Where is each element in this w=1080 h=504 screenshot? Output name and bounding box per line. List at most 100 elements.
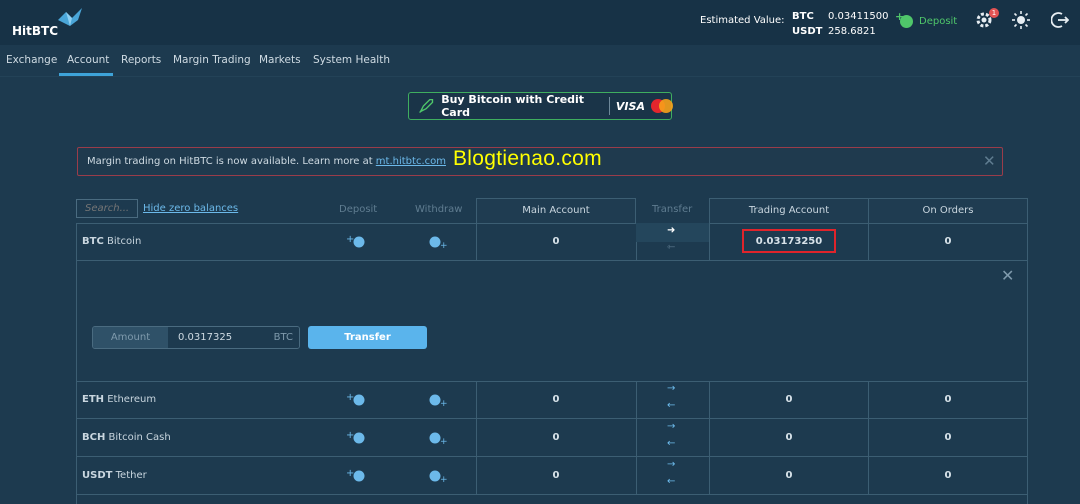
theme-sun-icon[interactable] [1012, 11, 1034, 33]
arrow-left-icon[interactable]: ← [667, 400, 675, 411]
settings-gear-icon[interactable]: 1 [975, 8, 999, 33]
coin-name: Ethereum [107, 394, 157, 405]
orders-balance: 0 [944, 432, 952, 443]
col-withdraw: Withdraw [415, 204, 463, 215]
main-nav: Exchange Account Reports Margin Trading … [0, 45, 1080, 77]
col-main-account: Main Account [476, 198, 636, 223]
nav-markets[interactable]: Markets [259, 54, 301, 66]
trading-balance: 0 [785, 470, 793, 481]
logout-icon[interactable] [1050, 11, 1073, 33]
svg-text:+: + [440, 475, 448, 484]
coin-label: USDT Tether [82, 470, 147, 481]
amount-input[interactable] [168, 327, 268, 348]
hitbtc-logo[interactable]: HitBTC [12, 6, 87, 40]
deposit-plus-icon[interactable]: + [346, 234, 368, 250]
deposit-label: Deposit [919, 15, 958, 27]
balance-currency: USDT [792, 26, 823, 37]
orders-balance: 0 [944, 470, 952, 481]
table-row: USDT Tether + + 0 → ← 0 0 [76, 457, 1028, 495]
arrow-left-icon[interactable]: ⇽ [667, 242, 675, 253]
visa-logo: VISA [615, 99, 645, 113]
table-row: BCH Bitcoin Cash + + 0 → ← 0 0 [76, 419, 1028, 457]
btc-balance: BTC 0.03411500 [792, 9, 888, 24]
notice-text: Margin trading on HitBTC is now availabl… [87, 156, 376, 167]
rocket-icon [419, 98, 434, 113]
deposit-plus-icon[interactable]: + [346, 392, 368, 408]
coin-symbol: BCH [82, 432, 106, 443]
coin-label: ETH Ethereum [82, 394, 156, 405]
svg-text:+: + [440, 399, 448, 408]
table-row: BTC Bitcoin + + 0 ➜ ⇽ 0.03173250 0 [76, 223, 1028, 261]
amount-field-group: Amount BTC [92, 326, 300, 349]
logo-text: HitBTC [12, 24, 59, 38]
coin-label: BCH Bitcoin Cash [82, 432, 171, 443]
col-on-orders: On Orders [868, 198, 1028, 223]
hide-zero-balances-link[interactable]: Hide zero balances [143, 203, 238, 214]
coin-name: Tether [115, 470, 147, 481]
coin-symbol: BTC [82, 236, 104, 247]
top-bar: HitBTC Estimated Value: BTC 0.03411500 US… [0, 0, 1080, 45]
nav-system-health[interactable]: System Health [313, 54, 390, 66]
mastercard-icon [650, 99, 673, 113]
trading-balance: 0 [785, 394, 793, 405]
amount-label: Amount [93, 327, 168, 348]
buy-bitcoin-button[interactable]: Buy Bitcoin with Credit Card VISA [408, 92, 673, 120]
orders-balance: 0 [944, 394, 952, 405]
trading-balance: 0 [785, 432, 793, 443]
transfer-panel: ✕ Amount BTC Transfer [76, 262, 1028, 382]
deposit-plus-icon[interactable]: + [346, 468, 368, 484]
nav-reports[interactable]: Reports [121, 54, 161, 66]
svg-text:+: + [440, 437, 448, 446]
svg-text:+: + [440, 241, 448, 250]
withdraw-icon[interactable]: + [428, 468, 450, 485]
balance-value: 0.03411500 [828, 11, 889, 22]
arrow-right-icon[interactable]: → [667, 421, 675, 432]
svg-text:+: + [346, 234, 354, 245]
watermark: Blogtienao.com [453, 147, 602, 170]
withdraw-icon[interactable]: + [428, 392, 450, 409]
transfer-arrows: ➜ ⇽ [636, 223, 709, 260]
main-balance: 0 [552, 394, 560, 405]
search-input[interactable] [76, 199, 138, 218]
coin-symbol: USDT [82, 470, 113, 481]
notice-message: Margin trading on HitBTC is now availabl… [87, 156, 446, 167]
arrow-left-icon[interactable]: ← [667, 438, 675, 449]
col-transfer: Transfer [652, 204, 693, 215]
transfer-arrows: → ← [636, 381, 709, 418]
table-row: ETH Ethereum + + 0 → ← 0 0 [76, 381, 1028, 419]
active-tab-indicator [59, 73, 113, 76]
orders-balance: 0 [944, 236, 952, 247]
usdt-balance: USDT 258.6821 [792, 24, 888, 39]
svg-text:+: + [346, 430, 354, 441]
balance-value: 258.6821 [828, 26, 876, 37]
close-icon[interactable]: ✕ [983, 152, 996, 170]
header-deposit-button[interactable]: Deposit [895, 10, 958, 30]
withdraw-icon[interactable]: + [428, 234, 450, 251]
estimated-value-label: Estimated Value: [700, 15, 785, 26]
bird-logo-icon [58, 8, 82, 26]
amount-currency: BTC [268, 327, 299, 348]
transfer-arrows: → ← [636, 419, 709, 456]
coin-name: Bitcoin Cash [108, 432, 171, 443]
transfer-arrows: → ← [636, 457, 709, 494]
col-deposit: Deposit [339, 204, 378, 215]
buy-bitcoin-label: Buy Bitcoin with Credit Card [441, 93, 585, 119]
arrow-right-icon[interactable]: → [667, 383, 675, 394]
arrow-left-icon[interactable]: ← [667, 476, 675, 487]
transfer-button[interactable]: Transfer [308, 326, 427, 349]
nav-account[interactable]: Account [67, 54, 109, 66]
balance-currency: BTC [792, 11, 814, 22]
panel-close-icon[interactable]: ✕ [1001, 266, 1014, 285]
nav-exchange[interactable]: Exchange [6, 54, 57, 66]
nav-margin-trading[interactable]: Margin Trading [173, 54, 251, 66]
notice-link[interactable]: mt.hitbtc.com [376, 156, 446, 167]
arrow-right-icon[interactable]: → [667, 459, 675, 470]
withdraw-icon[interactable]: + [428, 430, 450, 447]
deposit-plus-icon[interactable]: + [346, 430, 368, 446]
notification-badge: 1 [989, 8, 999, 18]
coin-label: BTC Bitcoin [82, 236, 141, 247]
highlight-annotation [742, 229, 836, 253]
estimated-values: BTC 0.03411500 USDT 258.6821 [792, 9, 888, 39]
arrow-right-icon[interactable]: ➜ [667, 225, 675, 236]
coin-symbol: ETH [82, 394, 105, 405]
